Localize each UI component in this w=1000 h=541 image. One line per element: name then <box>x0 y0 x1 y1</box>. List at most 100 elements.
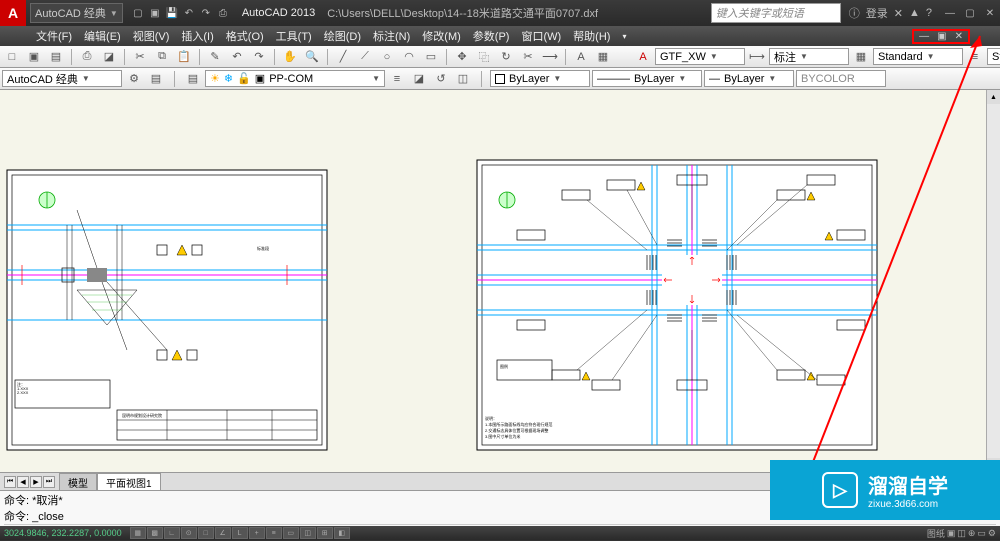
workspace-selector[interactable]: AutoCAD 经典 ▼ <box>30 3 123 23</box>
text-icon[interactable]: A <box>572 48 590 66</box>
paste-icon[interactable]: 📋 <box>175 48 193 66</box>
tab-layout1[interactable]: 平面视图1 <box>97 473 161 491</box>
menu-tools[interactable]: 工具(T) <box>270 28 318 44</box>
arc-icon[interactable]: ◠ <box>400 48 418 66</box>
layer-match-icon[interactable]: ◫ <box>454 70 472 88</box>
rect-icon[interactable]: ▭ <box>422 48 440 66</box>
textstyle-dropdown[interactable]: GTF_XW▼ <box>655 48 745 65</box>
ws-settings-icon[interactable]: ⚙ <box>125 70 143 88</box>
search-input[interactable]: 键入关键字或短语 <box>711 3 841 23</box>
scroll-up-icon[interactable]: ▲ <box>987 90 1000 104</box>
dimstyle-dropdown[interactable]: 标注▼ <box>769 48 849 65</box>
match-icon[interactable]: ✎ <box>206 48 224 66</box>
ducs-toggle[interactable]: L <box>232 527 248 539</box>
paper-label[interactable]: 图纸 <box>927 527 945 540</box>
menu-insert[interactable]: 插入(I) <box>175 28 219 44</box>
status-ico2[interactable]: ◫ <box>957 528 966 539</box>
redo-icon[interactable]: ↷ <box>199 6 213 20</box>
move-icon[interactable]: ✥ <box>453 48 471 66</box>
menu-file[interactable]: 文件(F) <box>30 28 78 44</box>
save-icon[interactable]: 💾 <box>165 6 179 20</box>
tab-prev-icon[interactable]: ◀ <box>17 476 29 488</box>
layer-state-icon[interactable]: ≡ <box>388 70 406 88</box>
tablestyle-icon[interactable]: ▦ <box>852 48 870 66</box>
status-ico1[interactable]: ▣ <box>947 528 956 539</box>
minimize-button[interactable]: — <box>940 5 960 21</box>
info-icon[interactable]: ⓘ <box>849 5 860 21</box>
redo2-icon[interactable]: ↷ <box>250 48 268 66</box>
lwt-toggle[interactable]: ≡ <box>266 527 282 539</box>
polar-toggle[interactable]: ⊙ <box>181 527 197 539</box>
trim-icon[interactable]: ✂ <box>519 48 537 66</box>
ws-save-icon[interactable]: ▤ <box>147 70 165 88</box>
mlstyle-dropdown[interactable]: Standard▼ <box>987 48 1000 65</box>
layer-iso-icon[interactable]: ◪ <box>410 70 428 88</box>
textstyle-icon[interactable]: A <box>634 48 652 66</box>
doc-minimize-button[interactable]: — <box>916 31 932 42</box>
tpy-toggle[interactable]: ▭ <box>283 527 299 539</box>
mlstyle-icon[interactable]: ≡ <box>966 48 984 66</box>
osnap-toggle[interactable]: □ <box>198 527 214 539</box>
undo-icon[interactable]: ↶ <box>182 6 196 20</box>
menu-window[interactable]: 窗口(W) <box>515 28 567 44</box>
tab-first-icon[interactable]: ⏮ <box>4 476 16 488</box>
menu-help[interactable]: 帮助(H) <box>567 28 616 44</box>
help-icon[interactable]: ? <box>926 7 932 19</box>
circle-icon[interactable]: ○ <box>378 48 396 66</box>
copy-icon[interactable]: ⧉ <box>153 48 171 66</box>
undo2-icon[interactable]: ↶ <box>228 48 246 66</box>
tab-last-icon[interactable]: ⏭ <box>43 476 55 488</box>
rotate-icon[interactable]: ↻ <box>497 48 515 66</box>
save-file-icon[interactable]: ▤ <box>47 48 65 66</box>
menu-modify[interactable]: 修改(M) <box>416 28 467 44</box>
login-button[interactable]: 登录 <box>866 5 888 21</box>
am-toggle[interactable]: ◧ <box>334 527 350 539</box>
plot-icon[interactable]: ⎙ <box>78 48 96 66</box>
line-icon[interactable]: ╱ <box>334 48 352 66</box>
pline-icon[interactable]: ⟋ <box>356 48 374 66</box>
zoom-icon[interactable]: 🔍 <box>303 48 321 66</box>
app-logo[interactable]: A <box>0 0 26 26</box>
sc-toggle[interactable]: ⊞ <box>317 527 333 539</box>
status-ico4[interactable]: ▭ <box>977 528 986 539</box>
cut-icon[interactable]: ✂ <box>131 48 149 66</box>
exchange-icon[interactable]: ✕ <box>894 7 903 20</box>
close-button[interactable]: ✕ <box>980 5 1000 21</box>
layer-props-icon[interactable]: ▤ <box>184 70 202 88</box>
grid-toggle[interactable]: ▩ <box>147 527 163 539</box>
cloud-icon[interactable]: ▲ <box>909 7 920 19</box>
drawing-area[interactable]: 昆明市规划设计研究院 注： 1.XXX 2.XXX 标准段 <box>0 90 1000 472</box>
copy2-icon[interactable]: ⿻ <box>475 48 493 66</box>
doc-close-button[interactable]: ✕ <box>952 31 966 42</box>
ortho-toggle[interactable]: ∟ <box>164 527 180 539</box>
workspace-dropdown[interactable]: AutoCAD 经典▼ <box>2 70 122 87</box>
pan-icon[interactable]: ✋ <box>281 48 299 66</box>
menu-edit[interactable]: 编辑(E) <box>78 28 127 44</box>
status-ico5[interactable]: ⚙ <box>988 528 996 539</box>
new-icon[interactable]: ▢ <box>131 6 145 20</box>
tablestyle-dropdown[interactable]: Standard▼ <box>873 48 963 65</box>
menu-view[interactable]: 视图(V) <box>127 28 176 44</box>
menu-format[interactable]: 格式(O) <box>220 28 270 44</box>
vertical-scrollbar[interactable]: ▲ ▼ <box>986 90 1000 472</box>
table-icon[interactable]: ▦ <box>594 48 612 66</box>
otrack-toggle[interactable]: ∠ <box>215 527 231 539</box>
lineweight-dropdown[interactable]: —ByLayer▼ <box>704 70 794 87</box>
status-ico3[interactable]: ⊕ <box>968 528 976 539</box>
menu-draw[interactable]: 绘图(D) <box>318 28 367 44</box>
qp-toggle[interactable]: ◫ <box>300 527 316 539</box>
tab-next-icon[interactable]: ▶ <box>30 476 42 488</box>
plotstyle-dropdown[interactable]: BYCOLOR <box>796 70 886 87</box>
layer-prev-icon[interactable]: ↺ <box>432 70 450 88</box>
color-dropdown[interactable]: ByLayer▼ <box>490 70 590 87</box>
open-file-icon[interactable]: ▣ <box>25 48 43 66</box>
dyn-toggle[interactable]: + <box>249 527 265 539</box>
menu-dimension[interactable]: 标注(N) <box>367 28 416 44</box>
preview-icon[interactable]: ◪ <box>100 48 118 66</box>
print-icon[interactable]: ⎙ <box>216 6 230 20</box>
extend-icon[interactable]: ⟶ <box>541 48 559 66</box>
layer-dropdown[interactable]: ☀❄🔓▣ PP-COM▼ <box>205 70 385 87</box>
linetype-dropdown[interactable]: ———ByLayer▼ <box>592 70 702 87</box>
snap-toggle[interactable]: ▦ <box>130 527 146 539</box>
dimstyle-icon[interactable]: ⟼ <box>748 48 766 66</box>
